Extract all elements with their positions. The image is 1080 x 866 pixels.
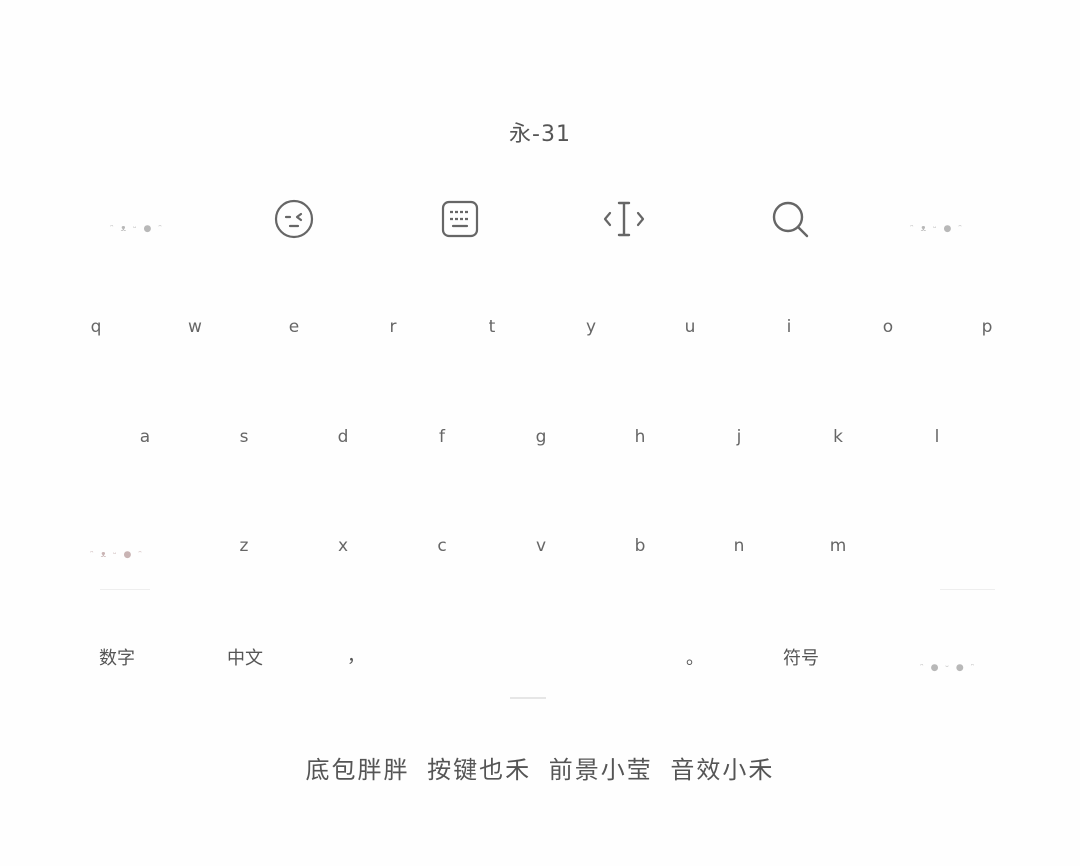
key-h[interactable]: h xyxy=(610,422,670,452)
key-e[interactable]: e xyxy=(264,312,324,342)
emoji-face-icon[interactable] xyxy=(272,197,316,241)
space-key[interactable] xyxy=(510,697,546,699)
key-d[interactable]: d xyxy=(313,422,373,452)
credits-text: 底包胖胖 按键也禾 前景小莹 音效小禾 xyxy=(305,756,775,784)
page-title: 永-31 xyxy=(509,122,571,147)
key-v[interactable]: v xyxy=(511,531,571,561)
key-p[interactable]: p xyxy=(957,312,1017,342)
key-y[interactable]: y xyxy=(561,312,621,342)
decoration-kaomoji: ᵔ ● ᵕ ● ᵔ xyxy=(920,663,977,673)
keyboard-icon[interactable] xyxy=(438,197,482,241)
key-i[interactable]: i xyxy=(759,312,819,342)
decoration-kaomoji: ᵔ ᴥ ᵕ ● ᵔ xyxy=(910,224,964,234)
chinese-key[interactable]: 中文 xyxy=(210,642,280,672)
cursor-move-icon[interactable] xyxy=(602,197,646,241)
key-x[interactable]: x xyxy=(313,531,373,561)
key-m[interactable]: m xyxy=(808,531,868,561)
key-c[interactable]: c xyxy=(412,531,472,561)
key-n[interactable]: n xyxy=(709,531,769,561)
key-f[interactable]: f xyxy=(412,422,472,452)
symbols-key[interactable]: 符号 xyxy=(766,642,836,672)
key-t[interactable]: t xyxy=(462,312,522,342)
key-l[interactable]: l xyxy=(907,422,967,452)
key-s[interactable]: s xyxy=(214,422,274,452)
comma-key[interactable]: ， xyxy=(336,640,376,670)
decoration-kaomoji: ᵔ ᴥ ᵕ ● ᵔ xyxy=(110,224,164,234)
key-a[interactable]: a xyxy=(115,422,175,452)
key-q[interactable]: q xyxy=(66,312,126,342)
divider xyxy=(100,589,150,590)
key-o[interactable]: o xyxy=(858,312,918,342)
key-u[interactable]: u xyxy=(660,312,720,342)
key-j[interactable]: j xyxy=(709,422,769,452)
key-r[interactable]: r xyxy=(363,312,423,342)
key-g[interactable]: g xyxy=(511,422,571,452)
key-b[interactable]: b xyxy=(610,531,670,561)
key-k[interactable]: k xyxy=(808,422,868,452)
period-key[interactable]: 。 xyxy=(675,642,715,672)
search-icon[interactable] xyxy=(768,197,812,241)
divider xyxy=(940,589,995,590)
key-w[interactable]: w xyxy=(165,312,225,342)
decoration-kaomoji: ᵔ ᴥ ᵕ ● ᵔ xyxy=(90,550,144,560)
key-z[interactable]: z xyxy=(214,531,274,561)
numbers-key[interactable]: 数字 xyxy=(82,642,152,672)
